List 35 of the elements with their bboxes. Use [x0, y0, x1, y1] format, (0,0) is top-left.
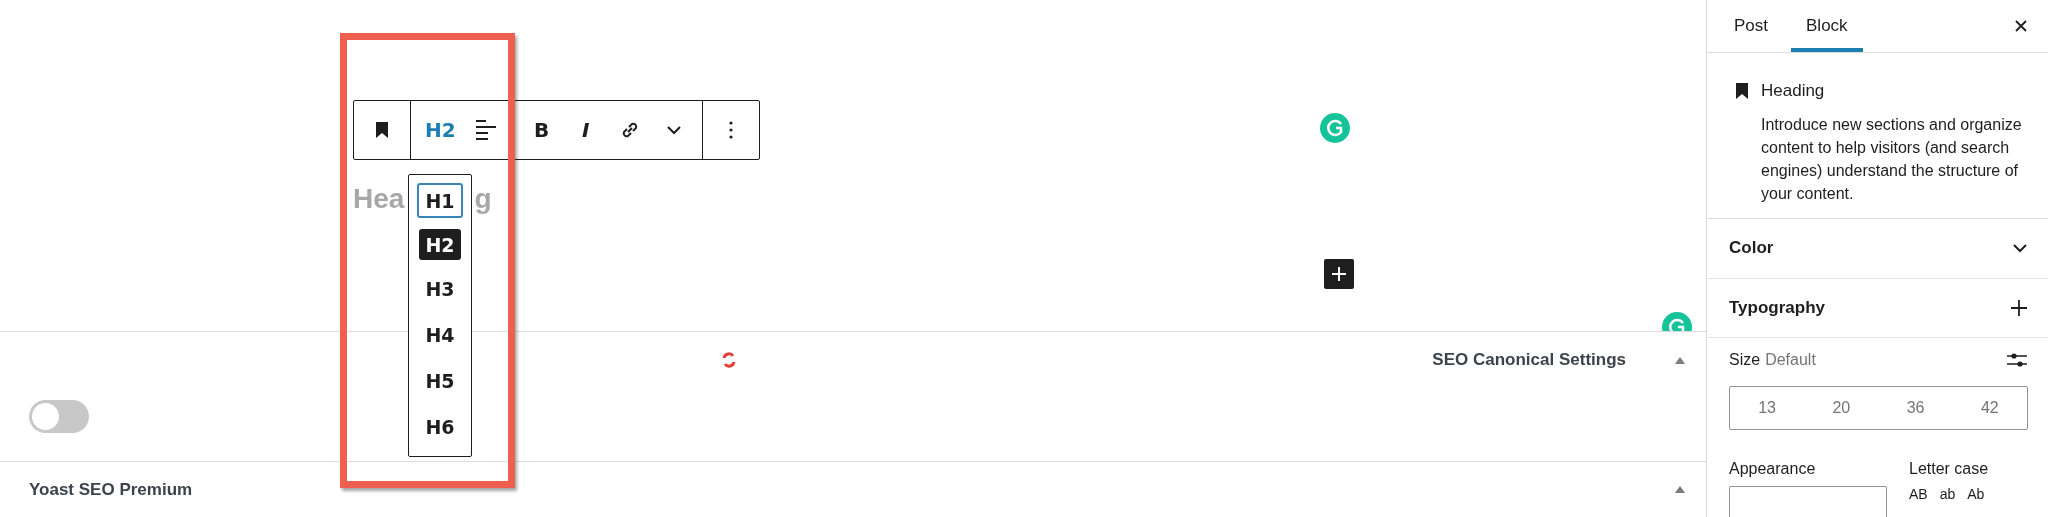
chevron-down-icon[interactable] [2012, 243, 2028, 254]
font-size-option[interactable]: 36 [1900, 398, 1931, 418]
plus-icon [1330, 265, 1348, 283]
font-size-option[interactable]: 20 [1826, 398, 1857, 418]
close-icon [2014, 18, 2028, 33]
size-label: Size Default [1729, 351, 1816, 369]
font-size-option[interactable]: 13 [1752, 398, 1782, 418]
letter-case-option[interactable]: AB [1909, 486, 1928, 502]
italic-button[interactable]: I [565, 108, 606, 152]
sliders-icon[interactable] [2006, 350, 2028, 370]
appearance-label: Appearance [1729, 460, 1817, 478]
section-title: Color [1729, 238, 1774, 259]
bookmark-icon [1735, 81, 1749, 100]
sidebar-tab[interactable]: Post [1719, 0, 1784, 52]
collapse-triangle-icon[interactable] [1674, 485, 1686, 494]
letter-case-label: Letter case [1909, 460, 1990, 478]
section-title: Typography [1729, 297, 1826, 318]
heading-level-button[interactable]: H2 [419, 108, 462, 152]
letter-case-option[interactable]: Ab [1967, 486, 1985, 502]
font-size-option[interactable]: 42 [1974, 398, 2005, 418]
bold-button[interactable]: B [521, 108, 562, 152]
loading-icon [722, 351, 736, 369]
panel-title: SEO Canonical Settings [1432, 350, 1626, 370]
letter-case-option[interactable]: ab [1939, 486, 1956, 502]
appearance-select[interactable] [1729, 486, 1887, 517]
heading-level-option[interactable]: H2 [419, 229, 461, 260]
block-title: Heading [1761, 80, 1826, 101]
collapse-triangle-icon[interactable] [1674, 355, 1686, 365]
heading-level-option[interactable]: H1 [417, 183, 463, 218]
plus-icon[interactable] [2010, 298, 2028, 317]
toggle-switch[interactable] [29, 400, 89, 433]
block-description: Introduce new sections and organize content to help visitors (and search engines) understand the structure of your content. [1761, 114, 2023, 204]
sidebar-tab[interactable]: Block [1791, 0, 1863, 52]
add-block-button[interactable] [1324, 259, 1354, 289]
panel-title: Yoast SEO Premium [29, 479, 193, 500]
